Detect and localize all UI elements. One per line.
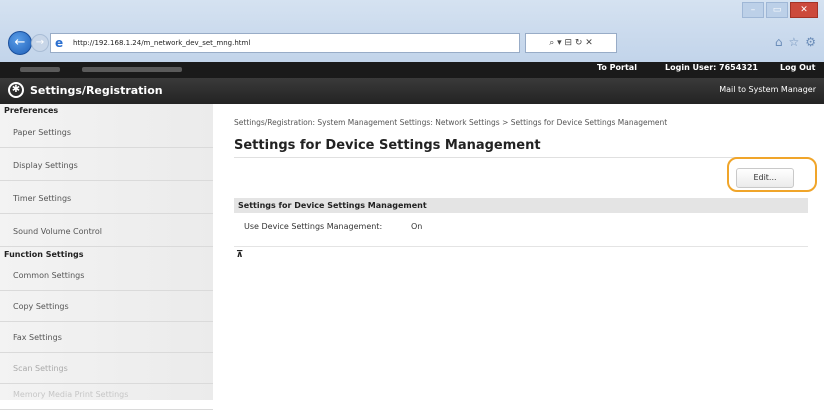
top-bar: To Portal Login User: 7654321 Log Out xyxy=(0,62,824,78)
device-name-blurred xyxy=(20,67,60,72)
favorites-icon[interactable]: ☆ xyxy=(788,35,799,49)
settings-icon: ✱ xyxy=(8,82,24,98)
home-icon[interactable]: ⌂ xyxy=(775,35,783,49)
browser-toolbar-icons: ⌂ ☆ ⚙ xyxy=(775,35,816,49)
close-icon[interactable]: ✕ xyxy=(790,2,818,18)
page-title: Settings for Device Settings Management xyxy=(234,138,541,153)
device-model-blurred xyxy=(82,67,182,72)
logout-link[interactable]: Log Out xyxy=(780,63,815,72)
setting-label: Use Device Settings Management: xyxy=(244,222,383,231)
row-divider xyxy=(234,246,808,247)
sidebar-item-common-settings[interactable]: Common Settings xyxy=(0,261,213,291)
minimize-icon[interactable]: – xyxy=(742,2,764,18)
sidebar-item-sound-volume[interactable]: Sound Volume Control xyxy=(0,217,213,247)
sidebar-item-paper-settings[interactable]: Paper Settings xyxy=(0,118,213,148)
url-text[interactable]: http://192.168.1.24/m_network_dev_set_mn… xyxy=(73,39,250,47)
sidebar-item-fax-settings[interactable]: Fax Settings xyxy=(0,323,213,353)
browser-chrome: – ▭ ✕ ← → e http://192.168.1.24/m_networ… xyxy=(0,0,824,62)
login-user-label: Login User: xyxy=(665,63,717,72)
to-portal-link[interactable]: To Portal xyxy=(597,63,637,72)
sidebar-item-display-settings[interactable]: Display Settings xyxy=(0,151,213,181)
back-to-top-icon[interactable]: ⊼ xyxy=(236,250,243,260)
window-controls: – ▭ ✕ xyxy=(742,2,818,18)
settings-gear-icon[interactable]: ⚙ xyxy=(805,35,816,49)
mail-to-manager-link[interactable]: Mail to System Manager xyxy=(719,85,816,94)
sidebar: Preferences Paper Settings Display Setti… xyxy=(0,104,213,410)
login-user-value: 7654321 xyxy=(719,63,758,72)
sidebar-item-timer-settings[interactable]: Timer Settings xyxy=(0,184,213,214)
section-heading: Settings for Device Settings Management xyxy=(234,198,808,213)
setting-value: On xyxy=(411,222,423,231)
breadcrumb: Settings/Registration: System Management… xyxy=(234,118,668,127)
forward-icon[interactable]: → xyxy=(31,34,49,52)
app-title: Settings/Registration xyxy=(30,84,163,97)
function-settings-heading: Function Settings xyxy=(4,250,84,259)
title-bar: ✱ Settings/Registration Mail to System M… xyxy=(0,78,824,104)
browser-logo-icon: e xyxy=(55,36,64,50)
preferences-heading: Preferences xyxy=(4,106,59,115)
address-bar[interactable]: e http://192.168.1.24/m_network_dev_set_… xyxy=(50,33,520,53)
address-tools[interactable]: ⌕ ▾ ⊟ ↻ ✕ xyxy=(525,33,617,53)
maximize-icon[interactable]: ▭ xyxy=(766,2,788,18)
sidebar-item-copy-settings[interactable]: Copy Settings xyxy=(0,292,213,322)
title-divider xyxy=(234,157,808,158)
edit-button[interactable]: Edit... xyxy=(736,168,794,188)
back-icon[interactable]: ← xyxy=(8,31,32,55)
sidebar-item-memory-media[interactable]: Memory Media Print Settings xyxy=(0,380,213,410)
